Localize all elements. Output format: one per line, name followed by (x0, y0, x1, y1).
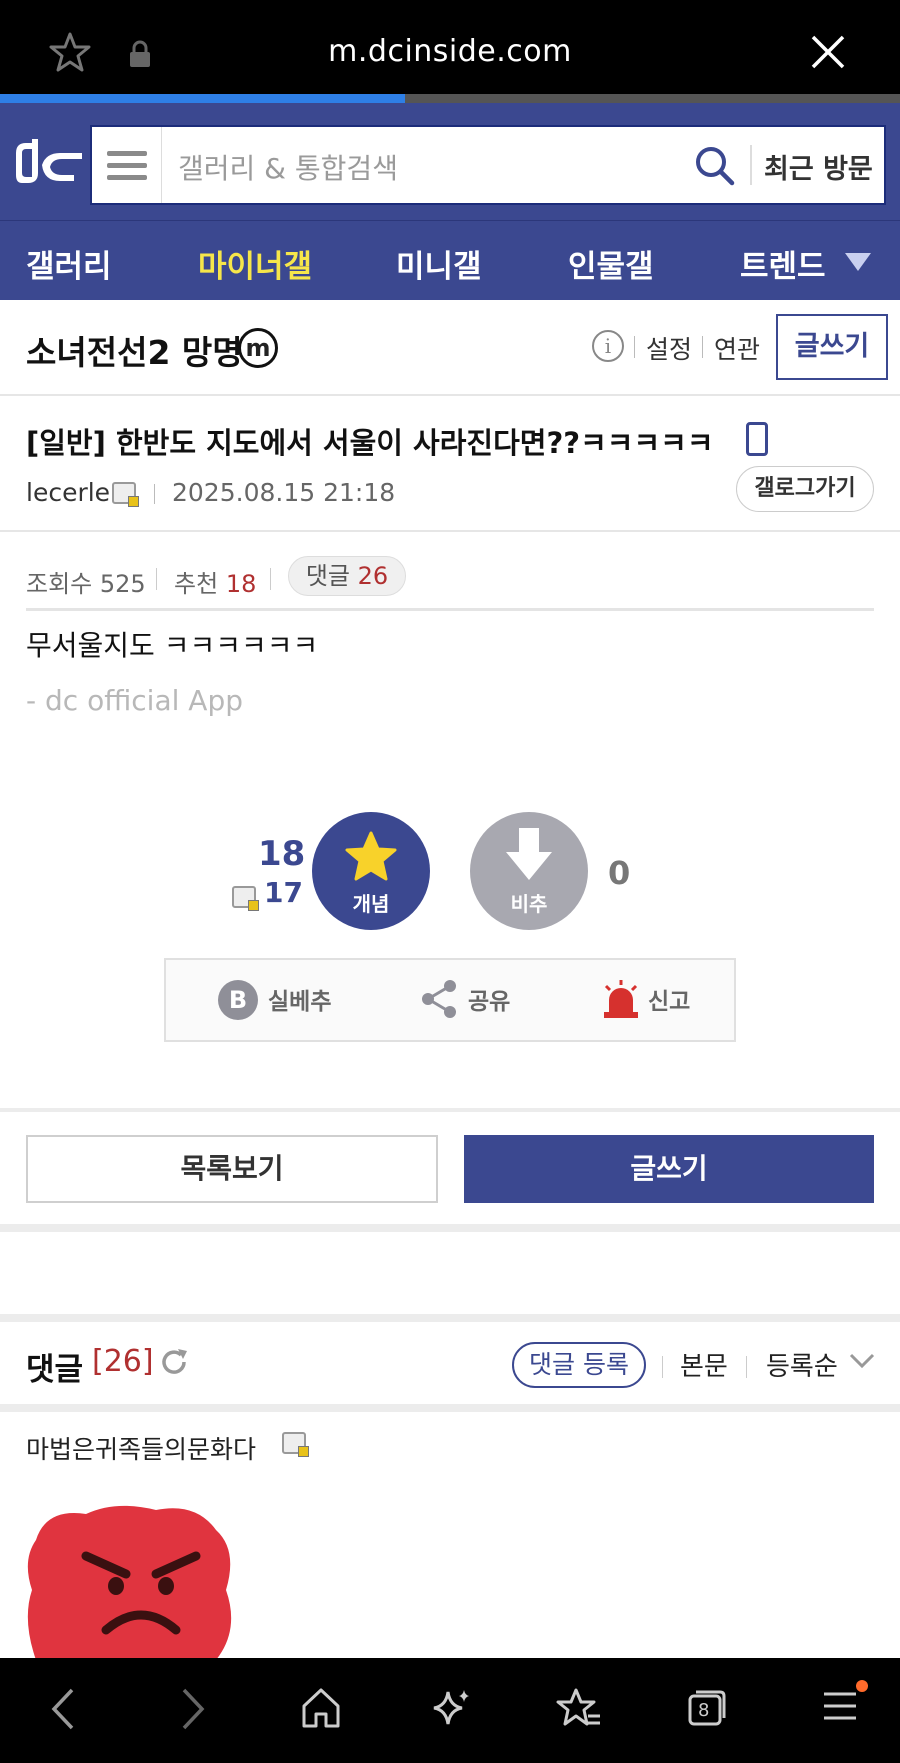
comment-register-button[interactable]: 댓글 등록 (512, 1342, 646, 1388)
fixed-nick-icon (112, 482, 139, 507)
gallery-title[interactable]: 소녀전선2 망명 (26, 326, 243, 374)
post-actions: B 실베추 공유 신고 (164, 958, 736, 1042)
divider (26, 608, 874, 611)
fixed-nick-icon (232, 886, 259, 911)
expand-tabs-icon[interactable] (845, 253, 871, 271)
write-button[interactable]: 글쓰기 (464, 1135, 874, 1203)
divider (156, 568, 157, 590)
list-view-button[interactable]: 목록보기 (26, 1135, 438, 1203)
notification-dot (856, 1680, 868, 1692)
divider (0, 1314, 900, 1322)
info-icon[interactable]: i (592, 330, 624, 362)
comment-number: 26 (357, 562, 389, 590)
divider (270, 568, 271, 590)
gallery-type-tabs: 갤러리 마이너갤 미니갤 인물갤 트렌드 (0, 220, 900, 300)
home-icon[interactable] (300, 1686, 342, 1730)
comments-count: [26] (92, 1344, 154, 1379)
tab-count-label: 8 (698, 1700, 710, 1721)
fixed-nick-icon (282, 1432, 309, 1457)
angry-emoticon-image[interactable] (26, 1500, 240, 1660)
divider (0, 530, 900, 532)
body-jump-link[interactable]: 본문 (680, 1346, 728, 1383)
downvote-count: 0 (608, 854, 631, 892)
progress-fill (0, 94, 405, 103)
tab-minor-gallery[interactable]: 마이너갤 (198, 241, 312, 286)
search-box: 갤러리 & 통합검색 최근 방문 (90, 125, 886, 205)
best-recommend-button[interactable]: 실베추 (268, 982, 331, 1016)
back-icon[interactable] (48, 1686, 76, 1732)
gallery-header: 소녀전선2 망명 m i 설정 연관 글쓰기 (0, 300, 900, 396)
search-input[interactable]: 갤러리 & 통합검색 (178, 147, 398, 187)
share-button[interactable]: 공유 (468, 982, 510, 1016)
post-date: 2025.08.15 21:18 (172, 478, 396, 507)
recommend-label: 추천 (174, 570, 219, 598)
downvote-button[interactable]: 비추 (470, 812, 588, 930)
recent-visit-button[interactable]: 최근 방문 (764, 147, 873, 186)
menu-icon[interactable] (820, 1686, 860, 1726)
browser-bottom-bar (0, 1658, 900, 1763)
post-title: [일반] 한반도 지도에서 서울이 사라진다면??ㅋㅋㅋㅋㅋ (26, 426, 714, 460)
site-header: 갤러리 & 통합검색 최근 방문 (0, 103, 900, 220)
tab-trend[interactable]: 트렌드 (740, 241, 826, 286)
divider (154, 484, 155, 504)
report-button[interactable]: 신고 (648, 982, 690, 1016)
dc-logo[interactable] (12, 135, 84, 191)
write-post-button[interactable]: 글쓰기 (776, 314, 888, 380)
minor-gallery-badge: m (238, 328, 278, 368)
tabs-button[interactable]: 8 (686, 1686, 728, 1728)
siren-icon (604, 980, 638, 1018)
fixed-nick-upvote-count: 17 (264, 876, 303, 909)
divider (746, 1356, 747, 1378)
downvote-label: 비추 (510, 892, 548, 916)
settings-link[interactable]: 설정 (646, 330, 692, 366)
gallog-button[interactable]: 갤로그가기 (736, 466, 874, 512)
upvote-label: 개념 (352, 892, 390, 916)
address-bar-url[interactable]: m.dcinside.com (0, 34, 900, 69)
refresh-icon[interactable] (158, 1346, 190, 1378)
recommend-number: 18 (225, 570, 257, 598)
page-load-progress (0, 94, 900, 103)
tab-gallery[interactable]: 갤러리 (26, 241, 112, 286)
menu-icon[interactable] (92, 127, 162, 203)
comment-sort-select[interactable]: 등록순 (766, 1346, 838, 1383)
search-icon[interactable] (692, 143, 736, 187)
share-icon (422, 980, 456, 1018)
bookmarks-icon[interactable] (556, 1686, 602, 1730)
divider (0, 1404, 900, 1412)
divider (0, 1108, 900, 1112)
upvote-button[interactable]: 개념 (312, 812, 430, 930)
comment-label: 댓글 (305, 562, 350, 590)
search-divider (750, 145, 752, 185)
post-signature: - dc official App (26, 684, 243, 717)
sparkle-icon[interactable] (428, 1686, 472, 1730)
post-body: 무서울지도 ㅋㅋㅋㅋㅋㅋ (26, 629, 319, 662)
divider (702, 336, 703, 358)
arrow-down-icon (506, 828, 552, 880)
divider (0, 1224, 900, 1232)
browser-toolbar: m.dcinside.com (0, 0, 900, 94)
best-icon: B (218, 980, 258, 1020)
divider (662, 1356, 663, 1378)
mobile-post-icon (746, 422, 768, 456)
close-icon[interactable] (808, 32, 848, 72)
tab-person-gallery[interactable]: 인물갤 (568, 241, 654, 286)
chevron-down-icon[interactable] (848, 1352, 876, 1370)
post-views: 조회수 525 (26, 570, 146, 598)
comment-count-pill[interactable]: 댓글 26 (288, 556, 406, 596)
comment-author[interactable]: 마법은귀족들의문화다 (26, 1430, 256, 1466)
star-icon (345, 831, 397, 881)
post-author[interactable]: lecerle (26, 478, 110, 507)
tab-mini-gallery[interactable]: 미니갤 (396, 241, 482, 286)
related-link[interactable]: 연관 (714, 330, 760, 366)
forward-icon[interactable] (180, 1686, 208, 1732)
comments-title: 댓글 (26, 1352, 84, 1388)
divider (634, 336, 635, 358)
post-recommend: 추천 18 (174, 564, 256, 599)
upvote-count: 18 (258, 834, 306, 874)
